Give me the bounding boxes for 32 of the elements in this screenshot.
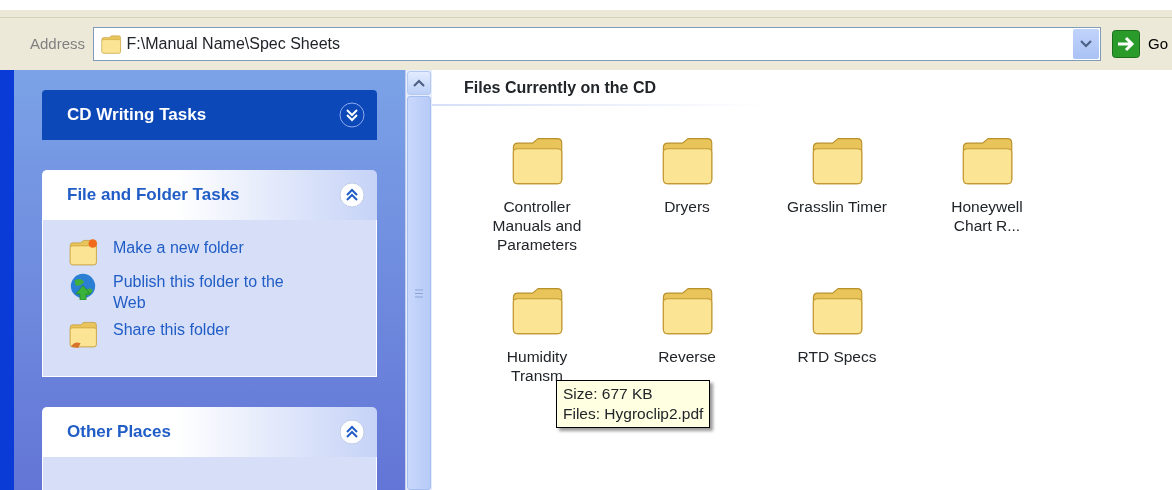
grip-icon (414, 288, 424, 298)
tooltip-text: Files: Hygroclip2.pdf (563, 404, 704, 425)
task-link[interactable]: Publish this folder to the Web (113, 272, 313, 314)
scroll-thumb[interactable] (407, 96, 431, 490)
panel-title: File and Folder Tasks (67, 184, 240, 207)
folder-label[interactable]: RTD Specs (781, 348, 893, 367)
globe-icon (68, 272, 98, 300)
task-link[interactable]: Share this folder (113, 319, 230, 341)
dropdown-button[interactable] (1073, 29, 1099, 59)
panel-header[interactable]: File and Folder Tasks (42, 170, 377, 220)
section-heading: Files Currently on the CD (432, 70, 992, 106)
scrollbar[interactable] (405, 70, 432, 490)
panel-header[interactable]: Other Places (42, 406, 377, 457)
folder-icon (99, 34, 122, 54)
chevron-down-icon (1080, 40, 1092, 48)
go-button[interactable]: Go (1108, 30, 1172, 58)
panel-title: CD Writing Tasks (67, 104, 207, 127)
folder-label[interactable]: Controller Manuals and Parameters (481, 198, 593, 255)
panel-title: Other Places (67, 420, 171, 443)
folder-label[interactable]: Dryers (631, 198, 743, 217)
folder-label[interactable]: Reverse (631, 348, 743, 367)
tooltip-text: Size: 677 KB (563, 384, 654, 404)
scroll-up-button[interactable] (407, 71, 431, 95)
address-label: Address (30, 33, 86, 54)
task-link[interactable]: Make a new folder (113, 238, 244, 259)
folder-label[interactable]: Honeywell Chart R... (931, 198, 1043, 236)
panel-header[interactable]: CD Writing Tasks (42, 90, 377, 140)
folder-label[interactable]: Humidity Transm (481, 348, 593, 386)
folder-label[interactable]: Grasslin Timer (781, 198, 893, 217)
shared-folder-icon (68, 319, 98, 348)
new-folder-icon (68, 238, 98, 266)
address-field[interactable]: F:\Manual Name\Spec Sheets (92, 27, 1101, 61)
